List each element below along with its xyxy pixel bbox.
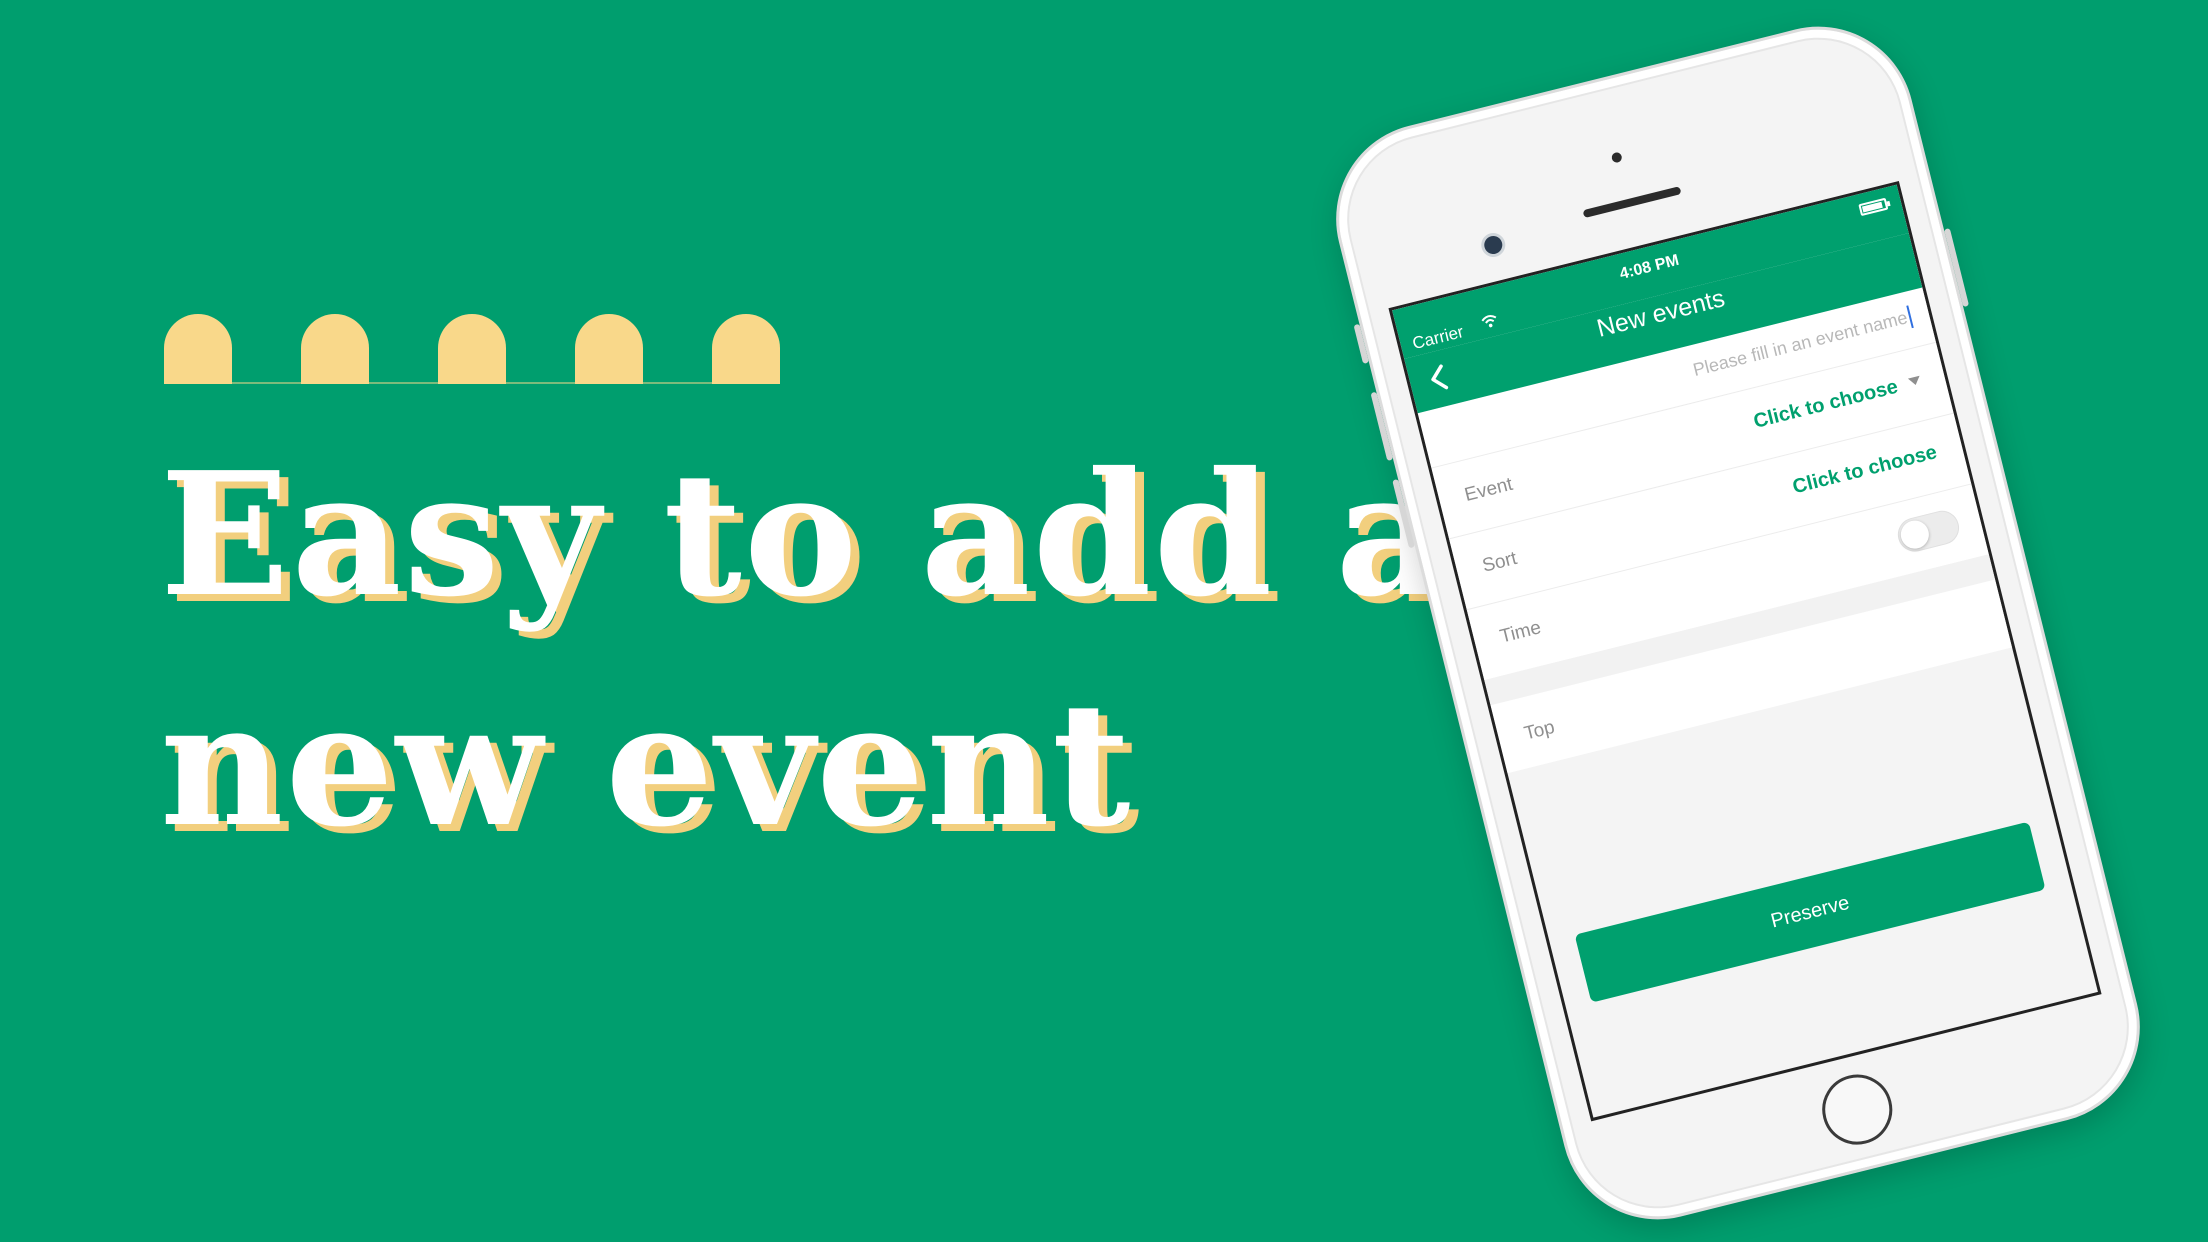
arch-shape [438, 314, 506, 384]
top-label: Top [1522, 716, 1557, 745]
phone-screen: Carrier 4:08 PM New events Event Click t… [1388, 180, 2102, 1122]
arch-shape [575, 314, 643, 384]
event-chooser[interactable]: Click to choose [1751, 376, 1900, 434]
phone-mockup: Carrier 4:08 PM New events Event Click t… [1315, 6, 2161, 1240]
event-label: Event [1462, 473, 1515, 506]
preserve-button[interactable]: Preserve [1574, 821, 2046, 1003]
arch-shape [164, 314, 232, 384]
time-toggle[interactable] [1894, 507, 1963, 556]
dropdown-arrow-icon[interactable] [1907, 375, 1922, 387]
headline-line-1: Easy to add a [160, 435, 1448, 635]
headline: Easy to add a new event [160, 420, 1448, 880]
arch-shape [301, 314, 369, 384]
sort-label: Sort [1480, 547, 1520, 577]
sort-chooser[interactable]: Click to choose [1790, 441, 1939, 499]
headline-line-2: new event [160, 665, 1133, 865]
arch-shape [712, 314, 780, 384]
decorative-arches [164, 314, 780, 384]
time-label: Time [1497, 617, 1544, 648]
toggle-knob [1897, 517, 1932, 552]
